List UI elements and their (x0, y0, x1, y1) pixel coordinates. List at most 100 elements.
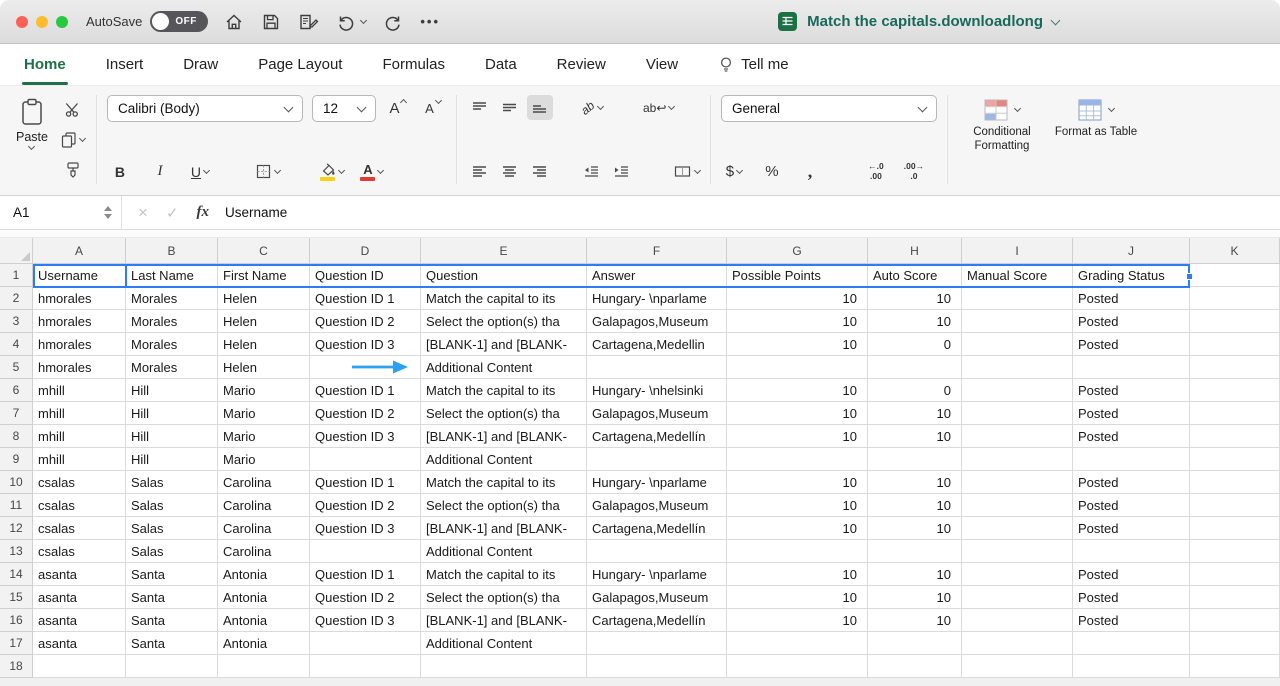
stepper-up-icon[interactable] (104, 206, 112, 211)
cell-F10[interactable]: Hungary- \nparlame (587, 471, 727, 494)
cell-K14[interactable] (1190, 563, 1280, 586)
conditional-formatting-button[interactable]: Conditional Formatting (958, 98, 1046, 154)
cell-I2[interactable] (962, 287, 1073, 310)
cell-K15[interactable] (1190, 586, 1280, 609)
row-header-10[interactable]: 10 (0, 471, 33, 494)
cell-G12[interactable]: 10 (727, 517, 868, 540)
cell-A17[interactable]: asanta (33, 632, 126, 655)
decrease-indent-button[interactable] (579, 159, 605, 184)
cell-K6[interactable] (1190, 379, 1280, 402)
cell-F1[interactable]: Answer (587, 264, 727, 287)
document-title-group[interactable]: Match the capitals.downloadlong (777, 11, 1059, 32)
align-bottom-button[interactable] (527, 95, 553, 120)
cell-B4[interactable]: Morales (126, 333, 218, 356)
format-as-table-button[interactable]: Format as Table (1052, 98, 1140, 140)
bold-button[interactable]: B (107, 159, 133, 184)
align-middle-button[interactable] (497, 95, 523, 120)
row-header-1[interactable]: 1 (0, 264, 33, 287)
decrease-decimal-button[interactable]: .00→.0 (901, 159, 927, 184)
cell-K17[interactable] (1190, 632, 1280, 655)
cell-H14[interactable]: 10 (868, 563, 962, 586)
cell-G5[interactable] (727, 356, 868, 379)
cell-I9[interactable] (962, 448, 1073, 471)
cell-E9[interactable]: Additional Content (421, 448, 587, 471)
shrink-font-button[interactable]: A (420, 96, 446, 121)
cell-C17[interactable]: Antonia (218, 632, 310, 655)
cell-G7[interactable]: 10 (727, 402, 868, 425)
cell-E17[interactable]: Additional Content (421, 632, 587, 655)
cell-J15[interactable]: Posted (1073, 586, 1190, 609)
font-name-select[interactable]: Calibri (Body) (107, 95, 303, 122)
column-header-D[interactable]: D (310, 238, 421, 264)
cell-H17[interactable] (868, 632, 962, 655)
cell-C4[interactable]: Helen (218, 333, 310, 356)
select-all-corner[interactable] (0, 238, 33, 264)
cell-B8[interactable]: Hill (126, 425, 218, 448)
tab-page-layout[interactable]: Page Layout (256, 44, 344, 85)
zoom-window-button[interactable] (56, 16, 68, 28)
cell-F3[interactable]: Galapagos,Museum (587, 310, 727, 333)
cell-A3[interactable]: hmorales (33, 310, 126, 333)
tab-review[interactable]: Review (555, 44, 608, 85)
cell-D17[interactable] (310, 632, 421, 655)
cell-E14[interactable]: Match the capital to its (421, 563, 587, 586)
cell-F6[interactable]: Hungary- \nhelsinki (587, 379, 727, 402)
cell-G1[interactable]: Possible Points (727, 264, 868, 287)
increase-indent-button[interactable] (609, 159, 635, 184)
cell-A8[interactable]: mhill (33, 425, 126, 448)
cell-J8[interactable]: Posted (1073, 425, 1190, 448)
cell-H15[interactable]: 10 (868, 586, 962, 609)
font-color-button[interactable]: A (359, 159, 385, 184)
cell-A13[interactable]: csalas (33, 540, 126, 563)
column-header-A[interactable]: A (33, 238, 126, 264)
row-header-8[interactable]: 8 (0, 425, 33, 448)
number-format-select[interactable]: General (721, 95, 937, 122)
cell-J4[interactable]: Posted (1073, 333, 1190, 356)
cell-E18[interactable] (421, 655, 587, 678)
align-left-button[interactable] (467, 159, 493, 184)
cell-D12[interactable]: Question ID 3 (310, 517, 421, 540)
name-box[interactable]: A1 (0, 196, 122, 229)
cell-E2[interactable]: Match the capital to its (421, 287, 587, 310)
font-size-select[interactable]: 12 (312, 95, 376, 122)
cell-H4[interactable]: 0 (868, 333, 962, 356)
cell-I14[interactable] (962, 563, 1073, 586)
cell-D7[interactable]: Question ID 2 (310, 402, 421, 425)
cell-F9[interactable] (587, 448, 727, 471)
cell-C14[interactable]: Antonia (218, 563, 310, 586)
cell-K5[interactable] (1190, 356, 1280, 379)
cell-K11[interactable] (1190, 494, 1280, 517)
cell-F2[interactable]: Hungary- \nparlame (587, 287, 727, 310)
cell-G6[interactable]: 10 (727, 379, 868, 402)
cell-D4[interactable]: Question ID 3 (310, 333, 421, 356)
save-icon[interactable] (261, 10, 281, 34)
cell-B2[interactable]: Morales (126, 287, 218, 310)
row-header-4[interactable]: 4 (0, 333, 33, 356)
copy-dropdown-chevron-icon[interactable] (79, 134, 86, 141)
copy-button[interactable] (60, 127, 86, 152)
cell-D3[interactable]: Question ID 2 (310, 310, 421, 333)
cell-F14[interactable]: Hungary- \nparlame (587, 563, 727, 586)
align-right-button[interactable] (527, 159, 553, 184)
cell-E13[interactable]: Additional Content (421, 540, 587, 563)
cell-H2[interactable]: 10 (868, 287, 962, 310)
cell-G11[interactable]: 10 (727, 494, 868, 517)
cell-C18[interactable] (218, 655, 310, 678)
cell-K3[interactable] (1190, 310, 1280, 333)
cell-C8[interactable]: Mario (218, 425, 310, 448)
cell-I6[interactable] (962, 379, 1073, 402)
cell-C9[interactable]: Mario (218, 448, 310, 471)
cell-B17[interactable]: Santa (126, 632, 218, 655)
percent-format-button[interactable]: % (759, 159, 785, 184)
cell-H9[interactable] (868, 448, 962, 471)
cell-C5[interactable]: Helen (218, 356, 310, 379)
cell-D11[interactable]: Question ID 2 (310, 494, 421, 517)
currency-format-button[interactable]: $ (721, 159, 747, 184)
cell-G15[interactable]: 10 (727, 586, 868, 609)
cell-H11[interactable]: 10 (868, 494, 962, 517)
cell-F13[interactable] (587, 540, 727, 563)
cell-G9[interactable] (727, 448, 868, 471)
cell-H12[interactable]: 10 (868, 517, 962, 540)
cell-A2[interactable]: hmorales (33, 287, 126, 310)
cell-J10[interactable]: Posted (1073, 471, 1190, 494)
